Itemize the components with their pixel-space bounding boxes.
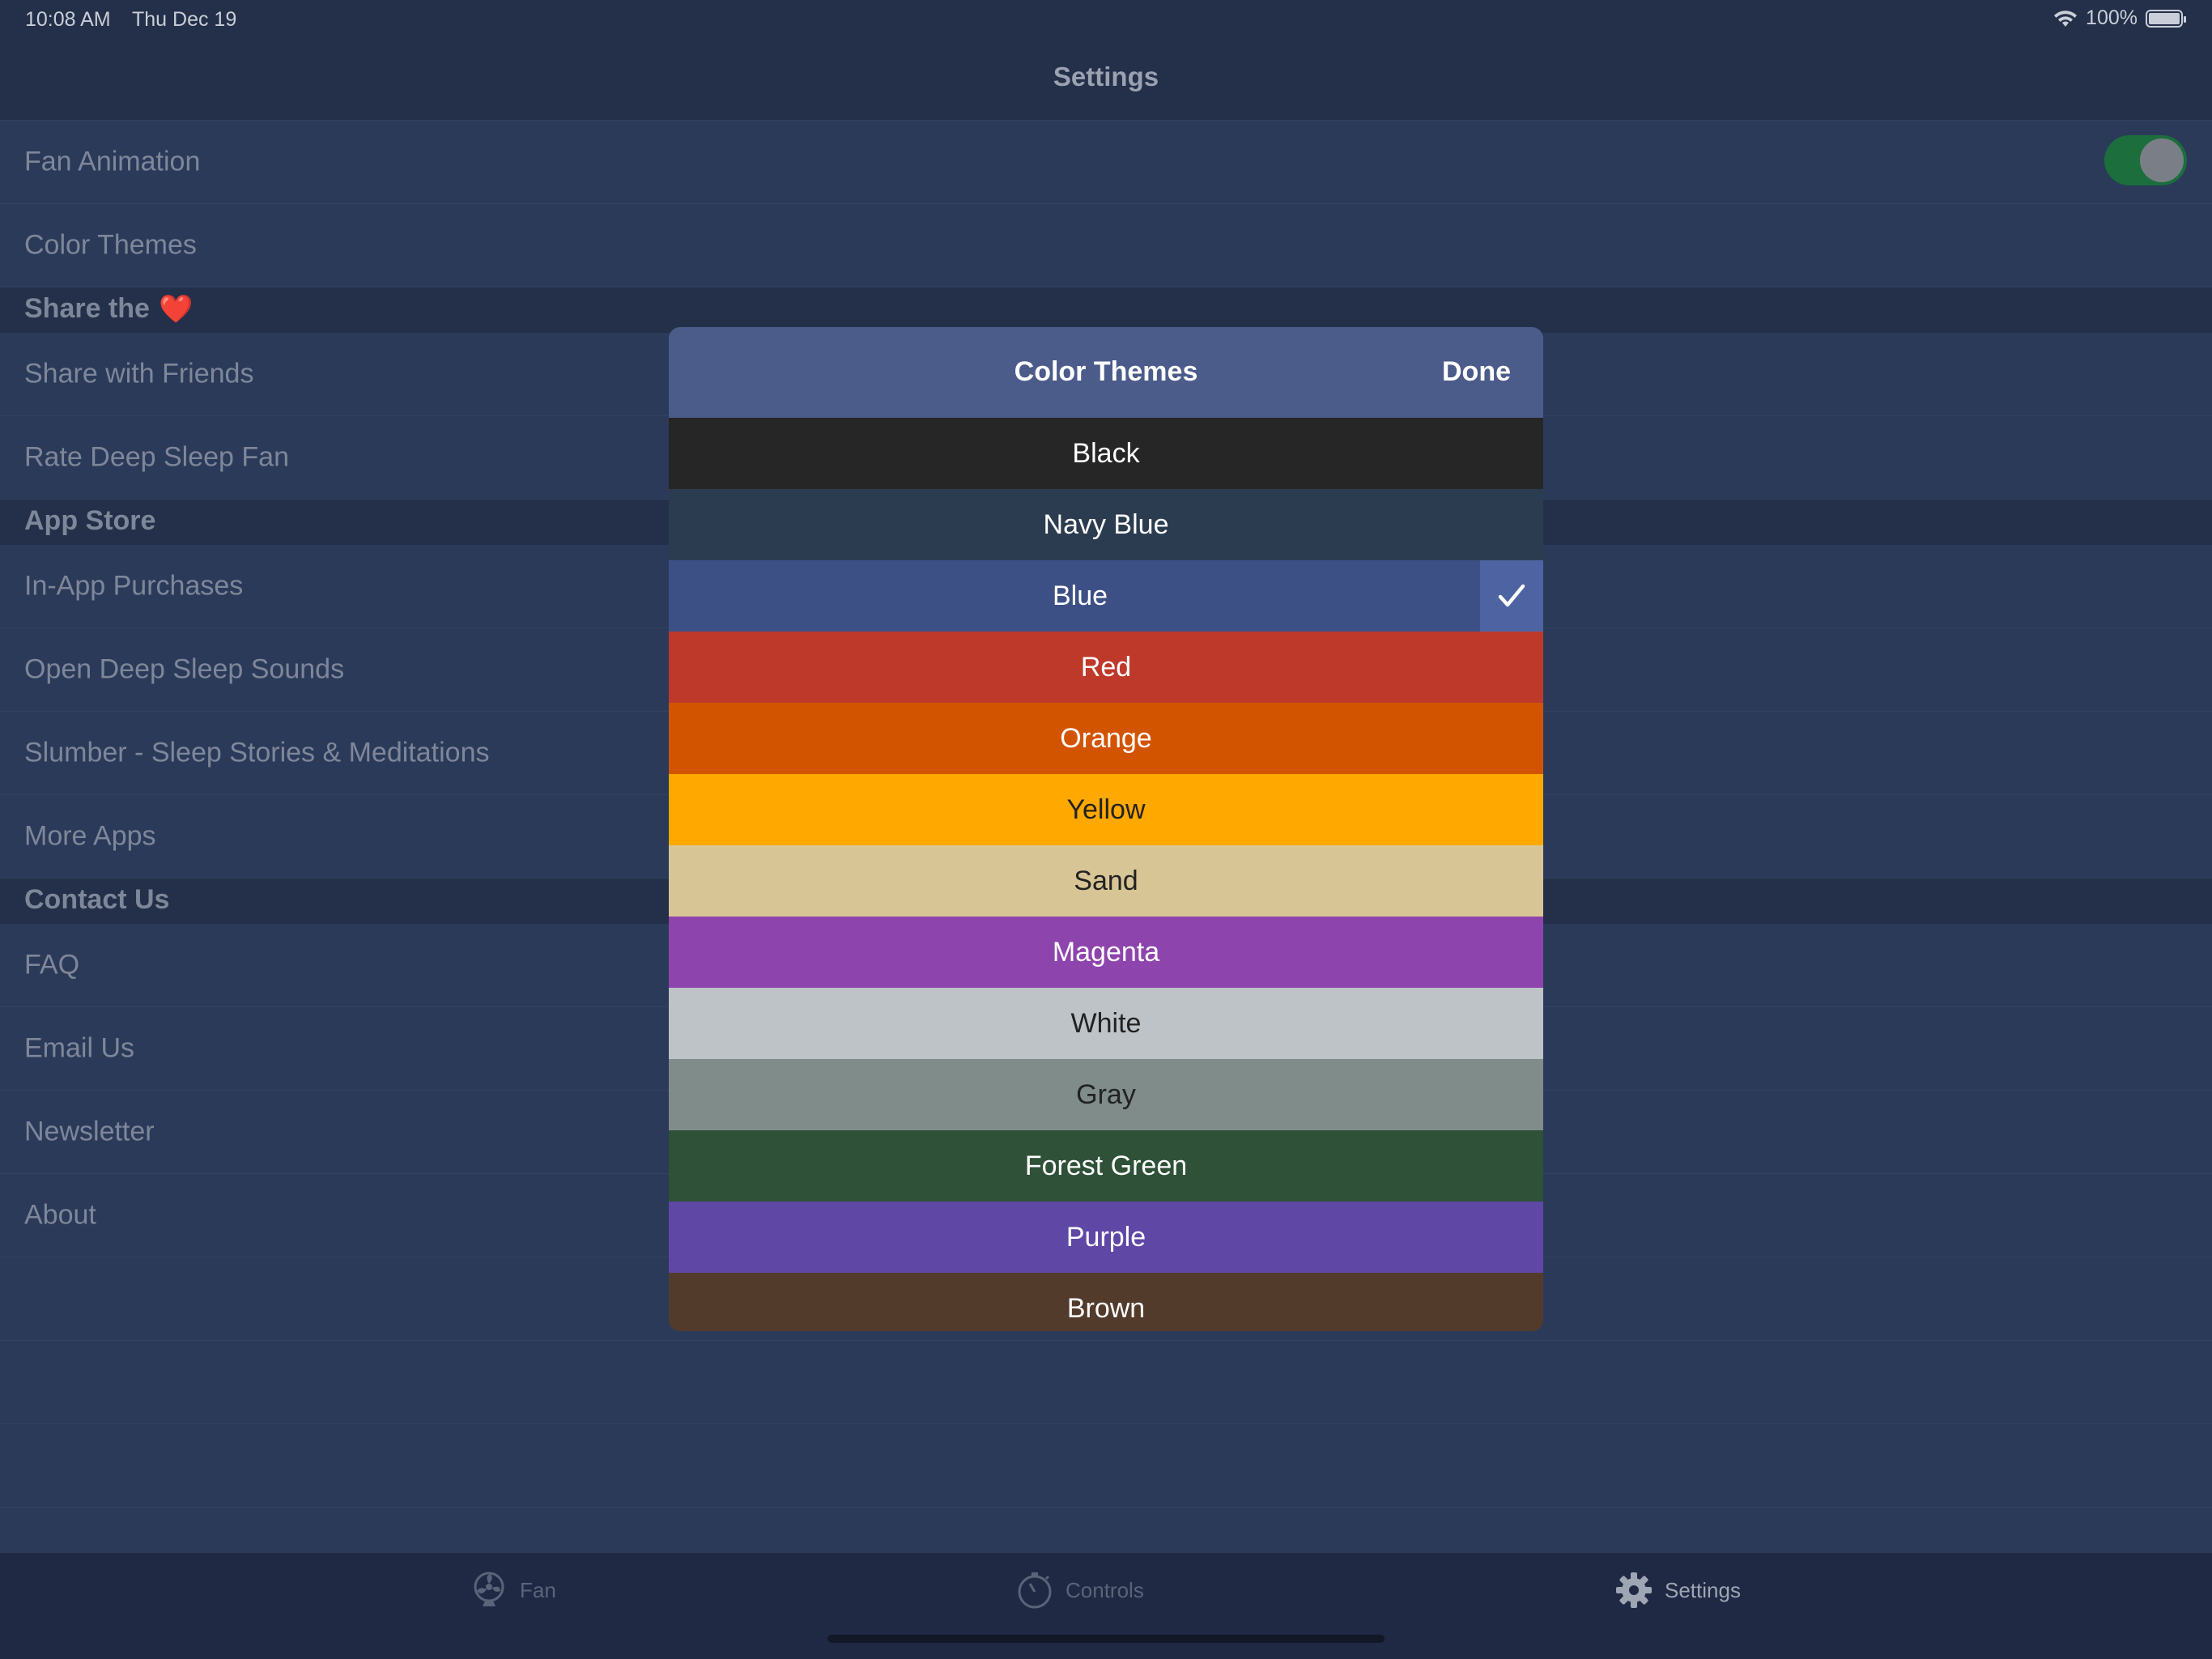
theme-option-blue[interactable]: Blue	[669, 560, 1543, 632]
row-label: FAQ	[24, 949, 80, 981]
theme-option-brown[interactable]: Brown	[669, 1273, 1543, 1331]
theme-option-magenta[interactable]: Magenta	[669, 917, 1543, 988]
tab-bar: Fan Controls Settings	[0, 1552, 2212, 1659]
status-time: 10:08 AM	[25, 8, 111, 31]
tab-controls-label: Controls	[1066, 1577, 1144, 1602]
theme-option-yellow[interactable]: Yellow	[669, 774, 1543, 845]
empty-row	[0, 1341, 2212, 1424]
theme-option-label: Brown	[1066, 1293, 1146, 1324]
empty-row	[0, 1424, 2212, 1508]
done-button[interactable]: Done	[1442, 356, 1511, 388]
section-header-label: Share the	[24, 293, 150, 324]
theme-list: Black Navy Blue Blue Red Orange Yellow Sand Mag…	[669, 418, 1543, 1331]
section-header-label: Contact Us	[24, 884, 170, 915]
row-label: Fan Animation	[24, 146, 201, 177]
color-themes-modal: Color Themes Done Black Navy Blue Blue Red O…	[669, 327, 1543, 1331]
toggle-knob	[2140, 138, 2184, 182]
section-header-label: App Store	[24, 505, 156, 536]
theme-option-label: Gray	[1076, 1079, 1136, 1110]
fan-icon	[474, 1572, 504, 1606]
battery-icon	[2146, 9, 2186, 28]
theme-option-navy-blue[interactable]: Navy Blue	[669, 489, 1543, 560]
theme-option-label: White	[1070, 1008, 1142, 1039]
section-share: Share the ❤️	[0, 287, 2212, 333]
theme-option-label: Blue	[1052, 581, 1108, 611]
modal-header: Color Themes Done	[669, 327, 1543, 418]
row-label: Slumber - Sleep Stories & Meditations	[24, 737, 490, 768]
row-label: More Apps	[24, 820, 156, 852]
navigation-bar: Settings	[0, 42, 2212, 121]
row-label: Newsletter	[24, 1116, 155, 1147]
status-right: 100%	[2053, 6, 2186, 30]
status-bar: 10:08 AM Thu Dec 19 100%	[0, 0, 2212, 42]
row-label: About	[24, 1199, 96, 1231]
wifi-icon	[2054, 10, 2078, 27]
theme-option-white[interactable]: White	[669, 988, 1543, 1059]
theme-option-label: Orange	[1060, 723, 1152, 754]
theme-option-label: Sand	[1074, 866, 1138, 896]
row-label: Share with Friends	[24, 358, 254, 389]
fan-animation-toggle[interactable]	[2104, 135, 2187, 185]
theme-option-forest-green[interactable]: Forest Green	[669, 1130, 1543, 1202]
row-label: Rate Deep Sleep Fan	[24, 441, 289, 473]
checkmark-icon	[1480, 560, 1543, 632]
theme-option-label: Navy Blue	[1043, 509, 1169, 540]
battery-percent: 100%	[2086, 6, 2138, 29]
row-label: Email Us	[24, 1032, 135, 1064]
timer-icon	[1018, 1572, 1052, 1609]
tab-controls[interactable]: Controls	[1015, 1571, 1144, 1610]
fan-animation-row[interactable]: Fan Animation	[0, 121, 2212, 204]
color-themes-row[interactable]: Color Themes	[0, 204, 2212, 287]
row-label: Color Themes	[24, 229, 197, 261]
heart-icon: ❤️	[159, 294, 194, 325]
theme-option-label: Purple	[1066, 1222, 1146, 1253]
theme-option-label: Magenta	[1052, 937, 1160, 968]
theme-option-orange[interactable]: Orange	[669, 703, 1543, 774]
theme-option-purple[interactable]: Purple	[669, 1202, 1543, 1273]
home-indicator	[827, 1635, 1385, 1643]
theme-option-red[interactable]: Red	[669, 632, 1543, 703]
gear-icon	[1616, 1572, 1652, 1608]
theme-option-black[interactable]: Black	[669, 418, 1543, 489]
theme-option-gray[interactable]: Gray	[669, 1059, 1543, 1130]
row-label: In-App Purchases	[24, 570, 244, 602]
status-date: Thu Dec 19	[132, 8, 237, 31]
row-label: Open Deep Sleep Sounds	[24, 653, 345, 685]
theme-option-sand[interactable]: Sand	[669, 845, 1543, 917]
theme-option-label: Black	[1072, 438, 1140, 469]
tab-settings[interactable]: Settings	[1614, 1571, 1741, 1610]
tab-fan-label: Fan	[520, 1577, 556, 1602]
modal-title: Color Themes	[1014, 356, 1198, 387]
theme-option-label: Yellow	[1066, 794, 1146, 825]
theme-option-label: Red	[1080, 652, 1132, 683]
theme-option-label: Forest Green	[1024, 1151, 1188, 1181]
tab-settings-label: Settings	[1665, 1577, 1741, 1602]
page-title: Settings	[1053, 62, 1159, 91]
tab-fan[interactable]: Fan	[470, 1571, 556, 1610]
